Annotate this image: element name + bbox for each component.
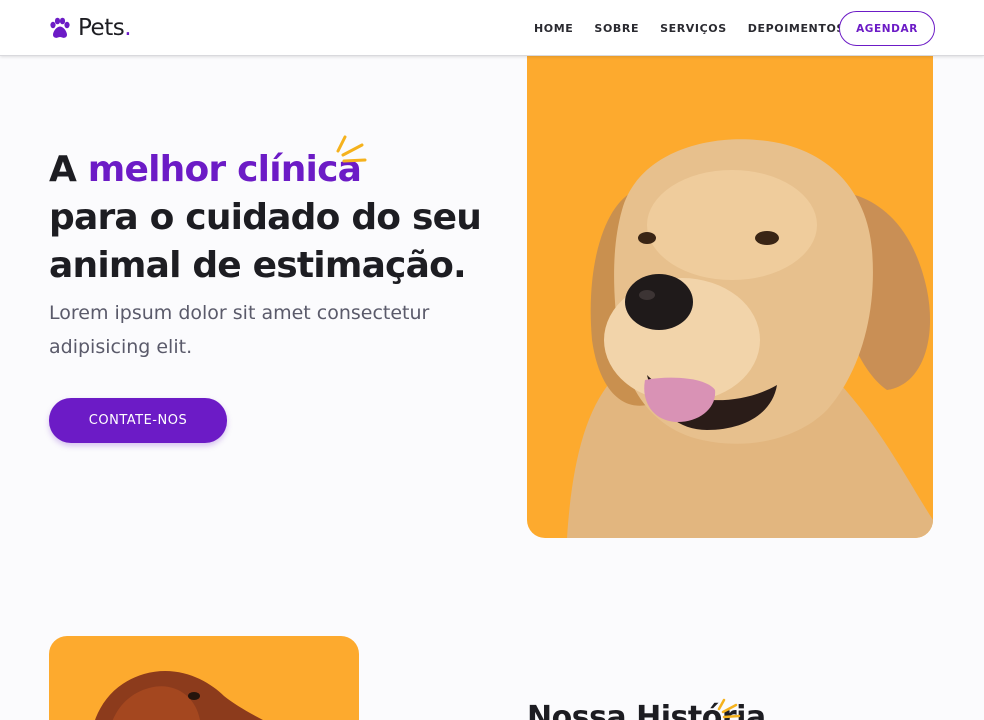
golden-retriever-illustration: [567, 139, 933, 538]
main-nav: HOME SOBRE SERVIÇOS DEPOIMENTOS: [534, 0, 866, 56]
history-dog-image: [49, 636, 359, 720]
sparkle-icon: [717, 698, 741, 719]
hero-title-accent: melhor clínica: [87, 149, 362, 190]
hero-dog-image: [527, 40, 933, 538]
nav-link-servicos[interactable]: SERVIÇOS: [660, 22, 727, 35]
nav-link-depoimentos[interactable]: DEPOIMENTOS: [748, 22, 845, 35]
hero-title: A melhor clínica para o cuidado do seu ani…: [49, 146, 489, 290]
contact-button[interactable]: CONTATE-NOS: [49, 398, 227, 443]
paw-icon: [50, 17, 70, 38]
sparkle-icon: [336, 135, 367, 163]
hero-title-prefix: A: [49, 149, 88, 190]
logo-text: Pets.: [78, 15, 132, 41]
hero-title-line3: animal de estimação.: [49, 245, 467, 286]
nav-link-home[interactable]: HOME: [534, 22, 573, 35]
site-header: Pets. HOME SOBRE SERVIÇOS DEPOIMENTOS AG…: [0, 0, 984, 56]
nav-link-sobre[interactable]: SOBRE: [594, 22, 639, 35]
logo-dot: .: [124, 15, 132, 41]
logo[interactable]: Pets.: [48, 14, 132, 42]
setter-dog-illustration: [95, 671, 263, 720]
hero-description: Lorem ipsum dolor sit amet consectetur a…: [49, 302, 430, 358]
hero-title-line2: para o cuidado do seu: [49, 197, 482, 238]
agendar-button[interactable]: AGENDAR: [839, 11, 935, 46]
